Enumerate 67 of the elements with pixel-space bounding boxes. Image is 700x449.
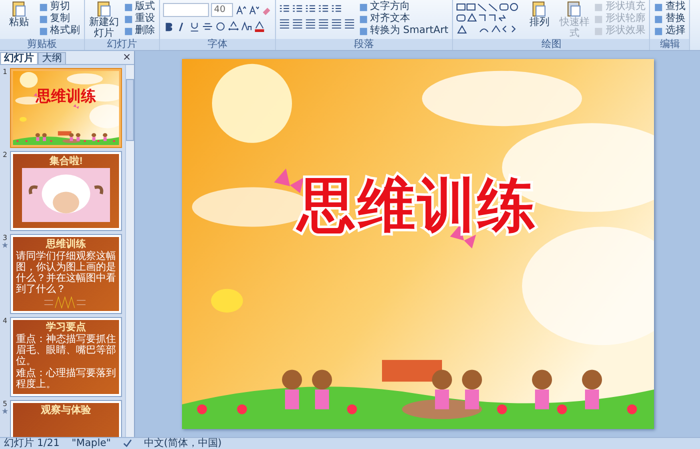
document-icon — [96, 1, 112, 17]
group-label: 剪贴板 — [0, 39, 84, 50]
shrink-font-icon[interactable] — [248, 4, 259, 16]
ribbon-button[interactable]: 剪切 — [38, 1, 81, 13]
ribbon-button[interactable]: 转换为 SmartArt — [358, 25, 450, 37]
panel-tab[interactable]: 大纲 — [38, 52, 66, 64]
document-icon — [531, 1, 548, 17]
ribbon-button[interactable]: 粘贴 — [3, 1, 35, 28]
slide-bullet: 重点：神态描写要抓住眉毛、眼睛、嘴巴等部位。 — [16, 334, 116, 367]
list-icon[interactable] — [318, 3, 329, 14]
status-text: 幻灯片 1/21 — [4, 438, 60, 449]
document-icon — [11, 1, 27, 17]
ribbon-button[interactable]: 新建幻灯片 — [88, 1, 120, 39]
group-label: 幻灯片 — [85, 39, 159, 50]
align-icon[interactable] — [331, 18, 342, 29]
font-name-field[interactable] — [163, 3, 209, 17]
ribbon-button[interactable]: 删除 — [123, 25, 156, 37]
group-label: 段落 — [276, 39, 452, 50]
close-button[interactable]: × — [120, 52, 134, 63]
panel-tab[interactable]: 幻灯片 — [0, 52, 38, 64]
ribbon-button[interactable]: 格式刷 — [38, 25, 81, 37]
align-icon[interactable] — [305, 18, 316, 29]
document-icon — [566, 1, 582, 17]
list-icon[interactable] — [331, 3, 342, 14]
ribbon-button[interactable]: 排列 — [523, 1, 556, 28]
bold-icon[interactable] — [163, 21, 174, 32]
shapes-gallery-icon[interactable] — [456, 3, 520, 35]
spacing-icon[interactable] — [228, 21, 239, 32]
grow-font-icon[interactable] — [235, 4, 246, 16]
ribbon-button[interactable]: 重设 — [123, 13, 156, 25]
slide-bullet: 难点：心理描写要落到程度上。 — [16, 368, 116, 390]
group-label: 字体 — [160, 39, 275, 50]
slide-title: 思维训练 — [295, 170, 538, 241]
align-icon[interactable] — [279, 18, 290, 29]
list-icon[interactable] — [279, 3, 290, 14]
slide-bullet: 请同学们仔细观察这幅图，你认为图上画的是什么？并在这幅图中看到了什么？ — [16, 251, 116, 295]
slide-thumbnail[interactable]: 观察与体验 — [10, 400, 122, 437]
slide-thumbnail[interactable]: 思维训练 请同学们仔细观察这幅图，你认为图上画的是什么？并在这幅图中看到了什么？ — [10, 234, 122, 314]
slide-thumbnail[interactable]: 学习要点 重点：神态描写要抓住眉毛、眼睛、嘴巴等部位。 难点：心理描写要落到程度上。 — [10, 317, 122, 397]
change-case-icon[interactable] — [241, 21, 252, 32]
slide-title: 观察与体验 — [41, 405, 91, 416]
status-text: 中文(简体，中国) — [144, 438, 222, 449]
spellcheck-icon — [122, 439, 132, 448]
scrollbar[interactable] — [125, 65, 134, 437]
ribbon-button[interactable]: 选择 — [653, 25, 686, 37]
ribbon-button[interactable]: 替换 — [653, 13, 686, 25]
group-label: 编辑 — [650, 39, 690, 50]
ribbon-button[interactable]: 文字方向 — [358, 1, 450, 13]
ribbon-button[interactable]: 复制 — [38, 13, 81, 25]
font-color-icon[interactable] — [254, 21, 265, 32]
slide-title: 思维训练 — [46, 239, 86, 250]
ribbon-button[interactable]: 查找 — [653, 1, 686, 13]
align-icon[interactable] — [344, 18, 355, 29]
ribbon-button[interactable]: 版式 — [123, 1, 156, 13]
ribbon-button[interactable]: 对齐文本 — [358, 13, 450, 25]
align-icon[interactable] — [318, 18, 329, 29]
slide-title: 学习要点 — [46, 322, 86, 333]
strikethrough-icon[interactable] — [202, 21, 213, 32]
underline-icon[interactable] — [189, 21, 200, 32]
align-icon[interactable] — [292, 18, 303, 29]
list-icon[interactable] — [305, 3, 316, 14]
font-size-field[interactable]: 40 — [211, 3, 233, 17]
list-icon[interactable] — [292, 3, 303, 14]
status-text: "Maple" — [72, 438, 111, 449]
slide-title: 集合啦! — [49, 156, 83, 167]
group-label: 绘图 — [453, 39, 650, 50]
slide-thumbnail[interactable]: 集合啦! — [10, 151, 122, 231]
